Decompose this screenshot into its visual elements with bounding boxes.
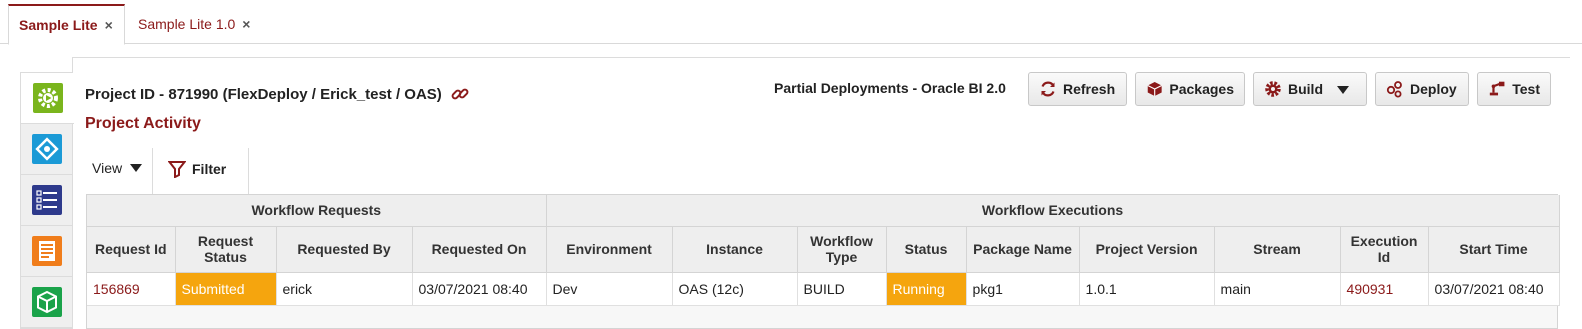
col-stream[interactable]: Stream	[1214, 226, 1341, 273]
refresh-label: Refresh	[1063, 81, 1116, 97]
packages-label: Packages	[1169, 81, 1234, 97]
test-icon	[1489, 81, 1505, 96]
rail-item-list[interactable]	[21, 175, 73, 226]
build-button[interactable]: Build	[1253, 72, 1367, 106]
activity-table: Workflow Requests Workflow Executions Re…	[86, 194, 1560, 329]
deploy-label: Deploy	[1410, 81, 1457, 97]
toolbar-divider	[152, 148, 153, 194]
group-header-workflow-requests: Workflow Requests	[87, 195, 547, 227]
package-icon	[32, 287, 62, 317]
col-start-time[interactable]: Start Time	[1428, 226, 1560, 273]
rail-item-project-config[interactable]	[21, 73, 74, 124]
chevron-down-icon[interactable]	[1337, 81, 1355, 97]
package-icon	[1147, 82, 1162, 96]
col-instance[interactable]: Instance	[672, 226, 798, 273]
stream-cell: main	[1214, 272, 1341, 306]
close-icon[interactable]: ×	[105, 17, 113, 33]
rail-item-document[interactable]	[21, 226, 73, 277]
activity-grid: Workflow Requests Workflow Executions Re…	[87, 195, 1560, 306]
project-config-icon	[32, 83, 63, 113]
col-requested-on[interactable]: Requested On	[412, 226, 547, 273]
requested-by-cell: erick	[276, 272, 413, 306]
col-status[interactable]: Status	[886, 226, 967, 273]
workflow-type-cell: BUILD	[797, 272, 887, 306]
execution-id-link[interactable]: 490931	[1340, 272, 1429, 306]
gear-icon	[1265, 81, 1281, 97]
col-workflow-type[interactable]: Workflow Type	[797, 226, 887, 273]
partial-deployments-label: Partial Deployments - Oracle BI 2.0	[774, 80, 1006, 96]
refresh-button[interactable]: Refresh	[1028, 72, 1127, 106]
status-cell: Running	[886, 272, 967, 306]
deploy-button[interactable]: Deploy	[1375, 72, 1469, 106]
request-status-cell: Submitted	[175, 272, 277, 306]
side-rail	[20, 72, 74, 329]
project-id-text: Project ID - 871990 (FlexDeploy / Erick_…	[85, 85, 442, 103]
project-version-cell: 1.0.1	[1079, 272, 1215, 306]
filter-label: Filter	[192, 161, 227, 177]
col-project-version[interactable]: Project Version	[1079, 226, 1215, 273]
toolbar-divider	[248, 148, 249, 194]
table-row[interactable]: 156869 Submitted erick 03/07/2021 08:40 …	[87, 272, 1560, 306]
col-requested-by[interactable]: Requested By	[276, 226, 413, 273]
list-icon	[32, 185, 62, 215]
build-label: Build	[1288, 81, 1323, 97]
document-icon	[32, 236, 62, 266]
deploy-icon	[1386, 81, 1402, 98]
start-time-cell: 03/07/2021 08:40	[1428, 272, 1560, 306]
view-label: View	[92, 160, 123, 176]
tab-label: Sample Lite	[19, 17, 98, 33]
requested-on-cell: 03/07/2021 08:40	[412, 272, 547, 306]
rail-item-workflow[interactable]	[21, 124, 73, 175]
tab-label: Sample Lite 1.0	[138, 16, 236, 32]
view-menu[interactable]: View	[92, 160, 143, 176]
close-icon[interactable]: ×	[242, 16, 250, 32]
page-title: Project Activity	[85, 115, 201, 132]
filter-icon	[168, 161, 186, 178]
col-package-name[interactable]: Package Name	[966, 226, 1080, 273]
col-request-status[interactable]: Request Status	[175, 226, 277, 273]
environment-cell: Dev	[546, 272, 673, 306]
group-header-workflow-executions: Workflow Executions	[546, 195, 1560, 227]
col-request-id[interactable]: Request Id	[87, 226, 176, 273]
chevron-down-icon	[130, 164, 143, 172]
col-environment[interactable]: Environment	[546, 226, 673, 273]
instance-cell: OAS (12c)	[672, 272, 798, 306]
tab-bar: Sample Lite × Sample Lite 1.0 ×	[0, 0, 1582, 45]
refresh-icon	[1041, 81, 1055, 97]
tab-sample-lite[interactable]: Sample Lite ×	[8, 4, 125, 45]
rail-item-package[interactable]	[21, 277, 73, 328]
package-name-cell: pkg1	[966, 272, 1080, 306]
request-id-link[interactable]: 156869	[87, 272, 176, 306]
workflow-icon	[32, 134, 62, 164]
col-execution-id[interactable]: Execution Id	[1340, 226, 1429, 273]
project-id-title: Project ID - 871990 (FlexDeploy / Erick_…	[85, 84, 470, 104]
tab-sample-lite-1-0[interactable]: Sample Lite 1.0 ×	[128, 4, 260, 44]
filter-button[interactable]: Filter	[168, 160, 226, 178]
packages-button[interactable]: Packages	[1135, 72, 1245, 106]
test-label: Test	[1512, 81, 1540, 97]
link-icon[interactable]	[450, 84, 470, 104]
test-button[interactable]: Test	[1477, 72, 1551, 106]
